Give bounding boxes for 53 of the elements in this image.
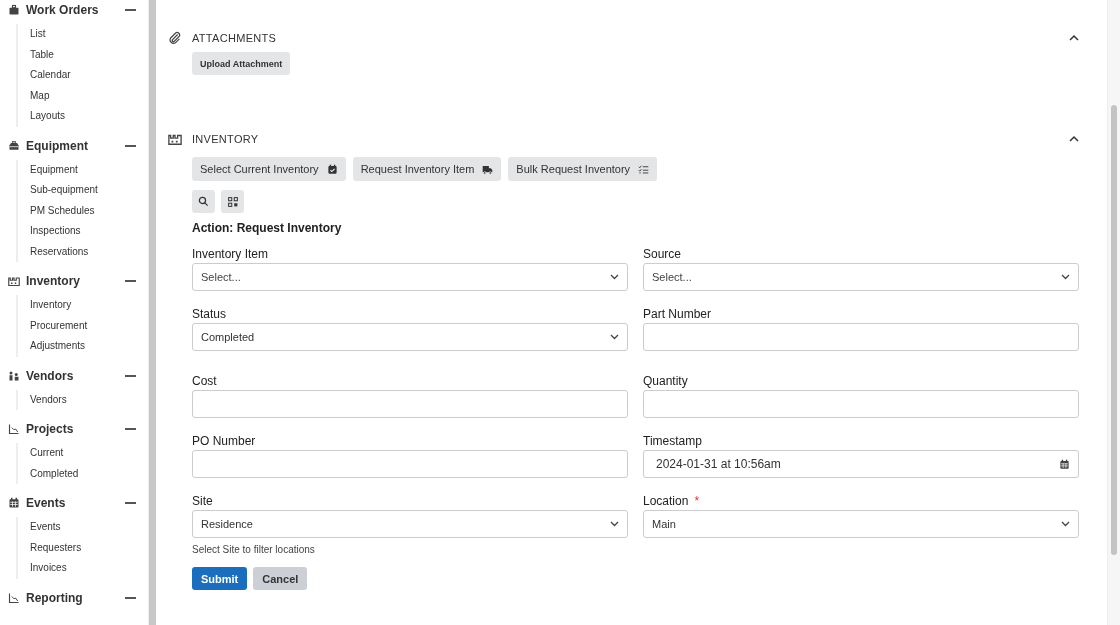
sidebar-item[interactable]: PM Schedules	[30, 200, 148, 221]
collapse-icon[interactable]	[125, 374, 136, 377]
field-label: Quantity	[643, 374, 688, 388]
field-label: Location	[643, 494, 689, 508]
sidebar-group-title[interactable]: Work Orders	[26, 3, 125, 17]
sidebar-item[interactable]: Map	[30, 85, 148, 106]
chart-icon	[8, 591, 20, 604]
field-label: PO Number	[192, 434, 256, 448]
sidebar-item[interactable]: Completed	[30, 463, 148, 484]
sidebar-item[interactable]: Reservations	[30, 241, 148, 262]
sidebar-item[interactable]: Current	[30, 443, 148, 464]
toolbox-icon	[8, 139, 20, 152]
section-title: INVENTORY	[192, 133, 260, 145]
sidebar-item[interactable]: Adjustments	[30, 336, 148, 357]
field-label: Source	[643, 247, 682, 261]
sidebar-item[interactable]: Invoices	[30, 558, 148, 579]
field-label: Part Number	[643, 307, 712, 321]
field-label: Inventory Item	[192, 247, 269, 261]
field-label: Status	[192, 307, 227, 321]
sidebar-item[interactable]: List	[30, 24, 148, 45]
sidebar-item[interactable]: Requesters	[30, 537, 148, 558]
calendar-icon	[8, 497, 20, 509]
warehouse-icon	[8, 275, 20, 287]
field-label: Timestamp	[643, 434, 702, 448]
action-title: Action: Request Inventory	[192, 221, 343, 235]
sidebar-group-title[interactable]: Projects	[26, 422, 125, 436]
collapse-icon[interactable]	[125, 596, 136, 599]
field-label: Cost	[192, 374, 217, 388]
sidebar-item[interactable]: Inspections	[30, 221, 148, 242]
people-icon	[8, 369, 20, 382]
sidebar-item[interactable]: Inventory	[30, 295, 148, 316]
sidebar-item[interactable]: Procurement	[30, 315, 148, 336]
briefcase-icon	[8, 4, 20, 16]
sidebar-group-title[interactable]: Equipment	[26, 138, 125, 153]
sidebar-item[interactable]: Vendors	[30, 389, 148, 410]
sidebar-item[interactable]: Equipment	[30, 159, 148, 180]
sidebar-item[interactable]: Events	[30, 517, 148, 538]
field-label: Site	[192, 494, 213, 508]
chart-icon	[8, 423, 20, 435]
helper-text: Select Site to filter locations	[192, 544, 316, 555]
section-title: ATTACHMENTS	[192, 32, 278, 44]
scrollbar-thumb[interactable]	[1111, 105, 1117, 555]
sidebar-item[interactable]: Sub-equipment	[30, 180, 148, 201]
required-mark: *	[694, 494, 700, 508]
sidebar-item[interactable]: Layouts	[30, 106, 148, 127]
sidebar-group-title[interactable]: Inventory	[26, 274, 125, 288]
collapse-icon[interactable]	[125, 144, 136, 147]
sidebar-group-title[interactable]: Reporting	[26, 590, 125, 605]
sidebar-group-title[interactable]: Vendors	[26, 368, 125, 383]
sidebar-item[interactable]: Calendar	[30, 65, 148, 86]
splitter-bar[interactable]	[148, 0, 156, 625]
sidebar-item[interactable]: Table	[30, 44, 148, 65]
sidebar-group-title[interactable]: Events	[26, 496, 125, 510]
